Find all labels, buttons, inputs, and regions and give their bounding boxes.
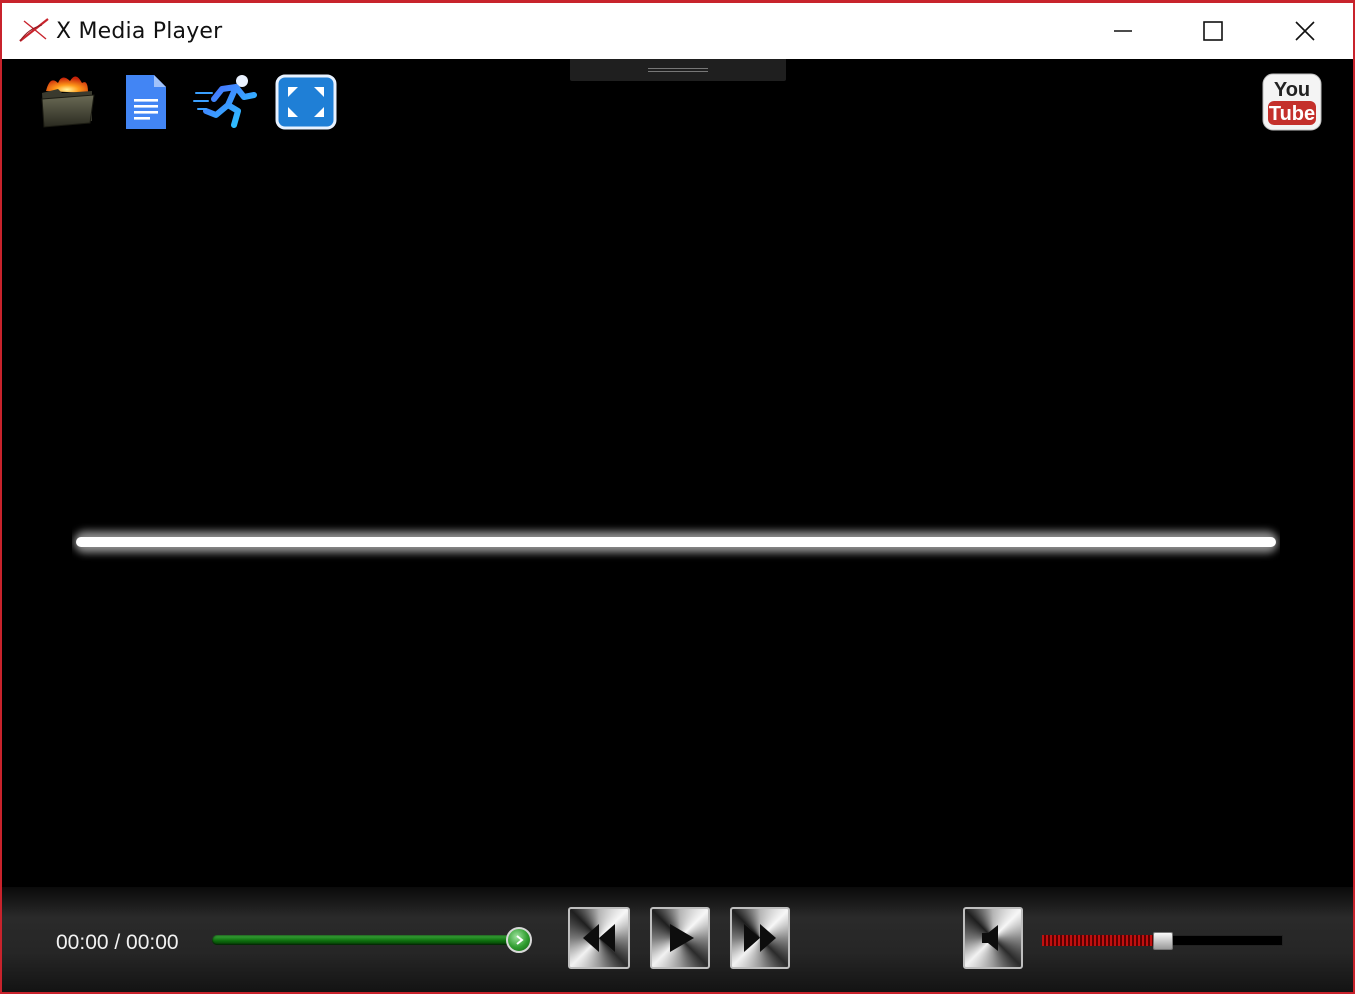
maximize-icon (1203, 21, 1223, 41)
close-button[interactable] (1259, 3, 1351, 59)
document-icon (126, 75, 166, 129)
volume-thumb[interactable] (1152, 932, 1173, 950)
svg-text:You: You (1274, 79, 1310, 101)
mute-button[interactable] (963, 907, 1023, 969)
youtube-icon: You Tube (1262, 73, 1322, 131)
maximize-button[interactable] (1167, 3, 1259, 59)
play-icon (670, 924, 694, 952)
time-display: 00:00 / 00:00 (56, 931, 179, 954)
fast-forward-button[interactable] (730, 907, 790, 969)
app-window: X Media Player You Tube 00:00 / 00:00 (0, 0, 1355, 994)
title-bar[interactable]: X Media Player (2, 3, 1353, 59)
expand-icon (275, 74, 337, 130)
app-logo-icon (19, 18, 49, 42)
playlist-button[interactable] (120, 71, 172, 133)
rewind-button[interactable] (568, 907, 630, 969)
fullscreen-button[interactable] (274, 71, 338, 133)
fast-forward-icon (744, 924, 776, 952)
rewind-icon (583, 924, 615, 952)
seek-bar[interactable] (212, 927, 532, 953)
minimize-button[interactable] (1077, 3, 1169, 59)
open-folder-button[interactable] (36, 71, 98, 133)
play-button[interactable] (650, 907, 710, 969)
speaker-icon (982, 925, 998, 951)
youtube-button[interactable]: You Tube (1260, 71, 1324, 133)
chevron-right-icon (516, 935, 524, 945)
window-title: X Media Player (56, 19, 223, 44)
drag-handle[interactable] (570, 59, 786, 81)
minimize-icon (1114, 30, 1132, 32)
speed-button[interactable] (192, 71, 258, 133)
close-icon (1295, 21, 1315, 41)
volume-slider[interactable] (1042, 932, 1283, 950)
seek-thumb[interactable] (506, 927, 532, 953)
running-man-icon (193, 75, 257, 128)
control-bar: 00:00 / 00:00 (2, 887, 1353, 992)
audio-visualizer (73, 343, 1278, 752)
folder-flame-icon (41, 76, 95, 128)
svg-text:Tube: Tube (1269, 103, 1315, 125)
